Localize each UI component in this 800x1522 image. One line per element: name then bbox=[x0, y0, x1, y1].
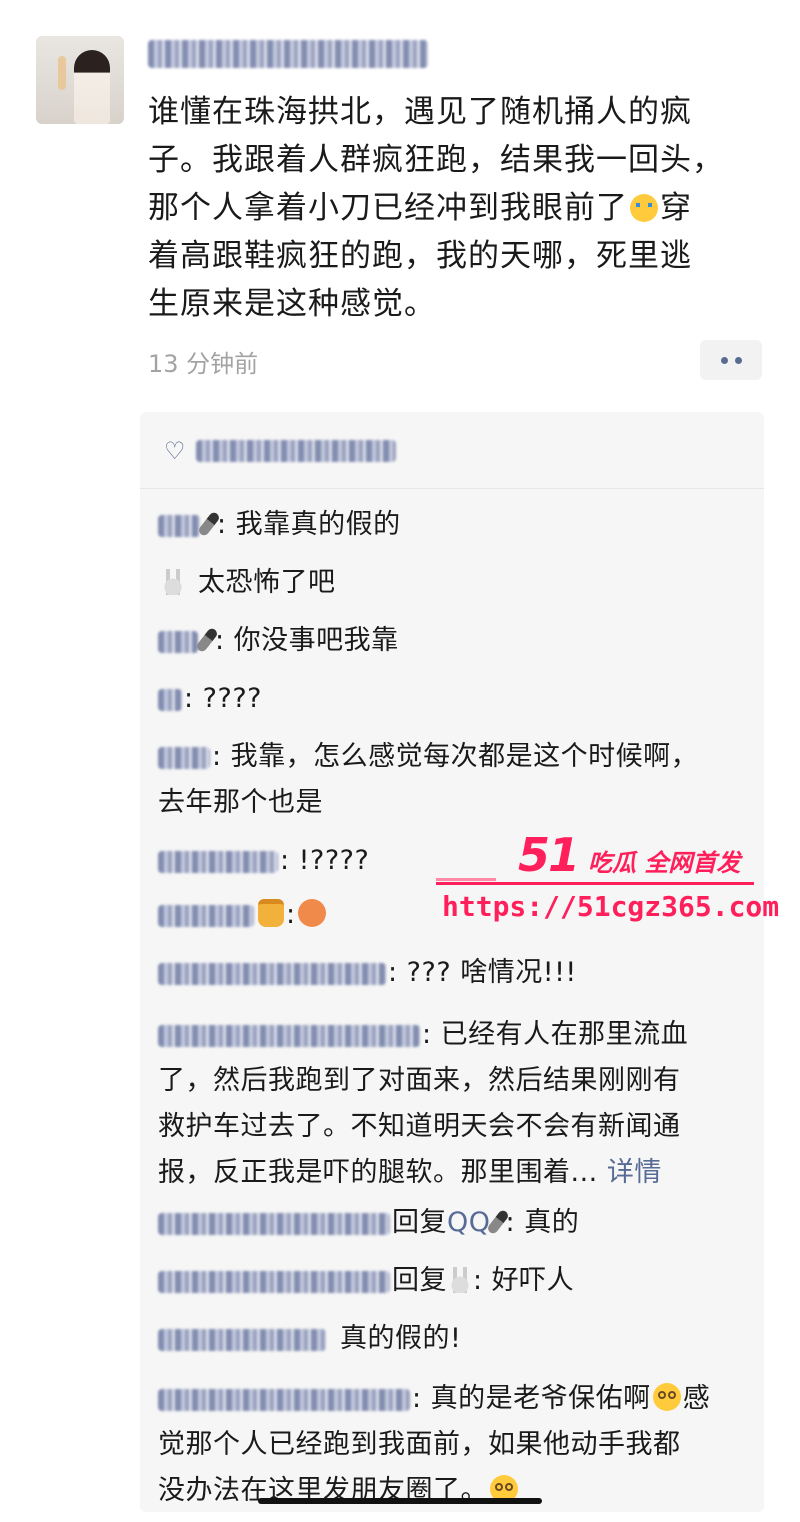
comment-item[interactable]: : 你没事吧我靠 bbox=[158, 618, 748, 664]
bunny-icon bbox=[449, 1267, 471, 1293]
angry-emoji-icon bbox=[297, 899, 326, 927]
comment-item[interactable]: : 我靠真的假的 bbox=[158, 502, 748, 548]
details-link[interactable]: 详情 bbox=[607, 1157, 662, 1188]
likes-divider bbox=[140, 488, 764, 489]
comment-item[interactable]: 真的假的! bbox=[158, 1316, 748, 1362]
avatar-arm bbox=[58, 56, 66, 90]
poster-avatar[interactable] bbox=[36, 36, 124, 124]
watermark-slogan: 吃瓜 全网首发 bbox=[588, 849, 741, 877]
post-line-4: 着高跟鞋疯狂的跑，我的天哪，死里逃 bbox=[148, 238, 692, 274]
comment-item[interactable]: : ???? bbox=[158, 676, 748, 722]
likes-row: ♡ bbox=[164, 434, 396, 468]
post-line-3: 那个人拿着小刀已经冲到我眼前了穿 bbox=[148, 190, 692, 226]
post-timestamp: 13 分钟前 bbox=[148, 350, 259, 378]
comment-item[interactable]: 太恐怖了吧 bbox=[158, 560, 748, 606]
comments-panel: ♡ : 我靠真的假的 太恐怖了吧 : 你没事吧我靠 : ???? : 我靠，怎么… bbox=[140, 412, 764, 1512]
poster-name-blurred[interactable] bbox=[148, 40, 428, 68]
crying-emoji-icon bbox=[630, 194, 658, 222]
post-line-5: 生原来是这种感觉。 bbox=[148, 286, 436, 322]
watermark: 51 吃瓜 全网首发 https://51cgz365.com bbox=[430, 826, 779, 936]
watermark-brand: 51 bbox=[518, 828, 580, 882]
comment-item[interactable]: : 我靠，怎么感觉每次都是这个时候啊， 去年那个也是 bbox=[158, 734, 748, 826]
comment-item[interactable]: 回复QQ: 真的 bbox=[158, 1200, 748, 1246]
comment-item[interactable]: : 真的是老爷保佑啊感 觉那个人已经跑到我面前，如果他动手我都 没办法在这里发朋… bbox=[158, 1376, 748, 1514]
bunny-icon bbox=[162, 569, 184, 595]
comment-item[interactable]: : 已经有人在那里流血 了，然后我跑到了对面来，然后结果刚刚有 救护车过去了。不… bbox=[158, 1012, 748, 1196]
likers-blurred[interactable] bbox=[195, 440, 396, 462]
comment-item[interactable]: 回复: 好吓人 bbox=[158, 1258, 748, 1304]
more-dots-icon[interactable] bbox=[700, 340, 762, 380]
home-indicator[interactable] bbox=[258, 1498, 542, 1504]
honey-pot-icon bbox=[258, 899, 284, 927]
post-text: 谁懂在珠海拱北，遇见了随机捅人的疯 子。我跟着人群疯狂跑，结果我一回头， 那个人… bbox=[148, 88, 758, 328]
post-line-1: 谁懂在珠海拱北，遇见了随机捅人的疯 bbox=[148, 94, 692, 130]
watermark-url: https://51cgz365.com bbox=[442, 890, 780, 923]
avatar-figure bbox=[74, 50, 110, 124]
comment-item[interactable]: : ??? 啥情况!!! bbox=[158, 950, 748, 996]
dizzy-emoji-icon bbox=[652, 1383, 681, 1411]
watermark-underline bbox=[436, 878, 754, 885]
post-line-2: 子。我跟着人群疯狂跑，结果我一回头， bbox=[148, 142, 724, 178]
heart-icon: ♡ bbox=[164, 437, 186, 465]
